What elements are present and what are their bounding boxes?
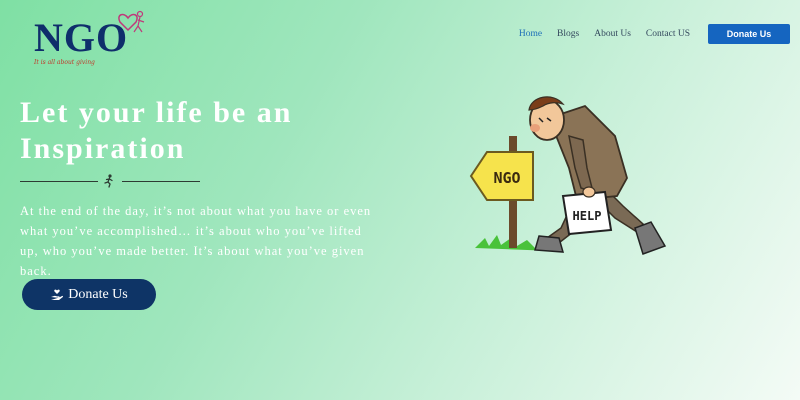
nav-home[interactable]: Home xyxy=(519,29,542,39)
nav-about-us[interactable]: About Us xyxy=(594,29,631,39)
header-donate-button[interactable]: Donate Us xyxy=(708,24,790,44)
hero-donate-label: Donate Us xyxy=(68,286,128,302)
main-nav: Home Blogs About Us Contact US Donate Us xyxy=(519,24,790,44)
hero-title: Let your life be an Inspiration xyxy=(20,96,293,165)
hand-heart-icon xyxy=(50,288,64,302)
hero-text: At the end of the day, it’s not about wh… xyxy=(20,204,372,278)
heart-figure-icon xyxy=(118,10,145,33)
hero-donate-button[interactable]: Donate Us xyxy=(22,279,156,310)
logo[interactable]: NGO It is all about giving xyxy=(30,8,160,68)
nav-contact-us[interactable]: Contact US xyxy=(646,29,690,39)
divider-line-left xyxy=(20,181,98,182)
nav-blogs[interactable]: Blogs xyxy=(557,29,579,39)
logo-tagline: It is all about giving xyxy=(34,59,95,66)
hero-divider xyxy=(20,174,200,188)
divider-line-right xyxy=(122,181,200,182)
help-text: HELP xyxy=(573,209,602,223)
ngo-help-illustration: NGO HELP xyxy=(469,96,667,255)
sign-text: NGO xyxy=(493,169,520,187)
runner-icon xyxy=(104,174,113,188)
